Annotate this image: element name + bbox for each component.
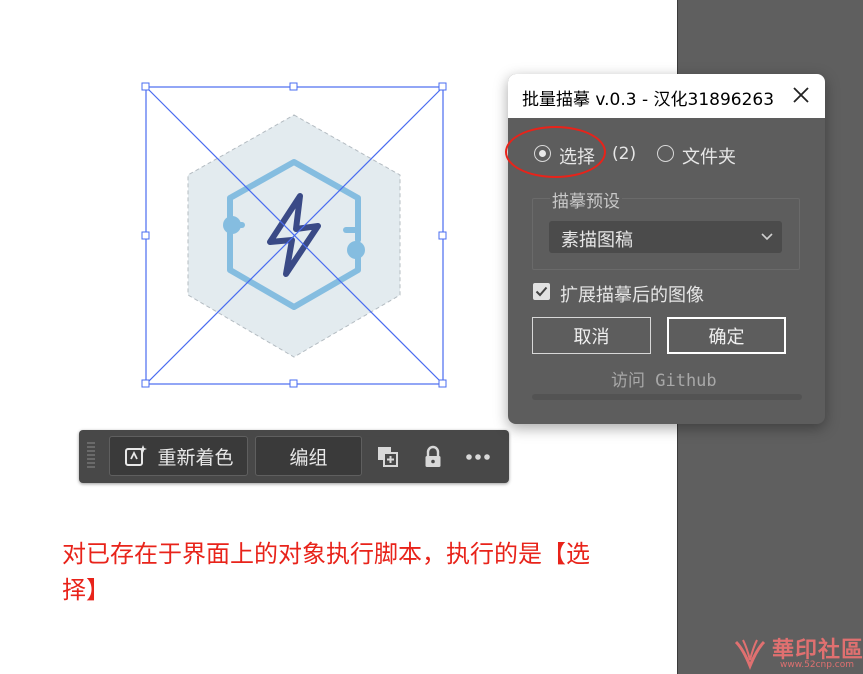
drag-grip-icon[interactable] — [87, 442, 95, 470]
lock-icon[interactable] — [420, 444, 446, 470]
cancel-label: 取消 — [573, 326, 610, 348]
ok-button[interactable]: 确定 — [667, 317, 786, 354]
expand-checkbox-label[interactable]: 扩展描摹后的图像 — [560, 281, 704, 307]
group-button[interactable]: 编组 — [255, 436, 362, 476]
recolor-label: 重新着色 — [157, 446, 234, 469]
cancel-button[interactable]: 取消 — [532, 317, 651, 354]
radio-folder-label[interactable]: 文件夹 — [682, 143, 736, 169]
watermark: 華印社區 www.52cnp.com — [732, 630, 863, 674]
circuit-node-left — [223, 216, 241, 234]
watermark-url: www.52cnp.com — [780, 660, 855, 670]
dialog-title: 批量描摹 v.0.3 - 汉化31896263 — [522, 90, 775, 110]
group-label: 编组 — [289, 446, 328, 469]
preset-select[interactable]: 素描图稿 — [549, 221, 782, 253]
dialog-scrollbar[interactable] — [532, 394, 802, 400]
radio-folder[interactable] — [657, 145, 674, 162]
ok-label: 确定 — [708, 326, 745, 348]
selection-count: (2) — [612, 144, 637, 164]
close-icon[interactable] — [791, 85, 811, 105]
duplicate-icon[interactable] — [375, 444, 401, 470]
chevron-down-icon — [761, 233, 773, 241]
dialog-title-bar[interactable]: 批量描摹 v.0.3 - 汉化31896263 — [508, 74, 825, 118]
annotation-ellipse — [505, 126, 606, 178]
annotation-caption: 对已存在于界面上的对象执行脚本，执行的是【选择】 — [62, 540, 590, 604]
github-link[interactable]: 访问 Github — [611, 366, 717, 391]
recolor-icon — [125, 445, 148, 466]
preset-group-label: 描摹预设 — [550, 187, 622, 212]
checkmark-icon — [535, 286, 548, 297]
contextual-task-bar: 重新着色 编组 — [79, 430, 509, 483]
more-options-icon[interactable] — [465, 444, 491, 470]
watermark-logo-icon — [734, 639, 766, 670]
expand-checkbox[interactable] — [533, 283, 550, 300]
circuit-node-right — [347, 241, 365, 259]
recolor-button[interactable]: 重新着色 — [109, 436, 248, 476]
selected-artwork[interactable] — [140, 80, 450, 390]
preset-select-value: 素描图稿 — [561, 230, 633, 251]
